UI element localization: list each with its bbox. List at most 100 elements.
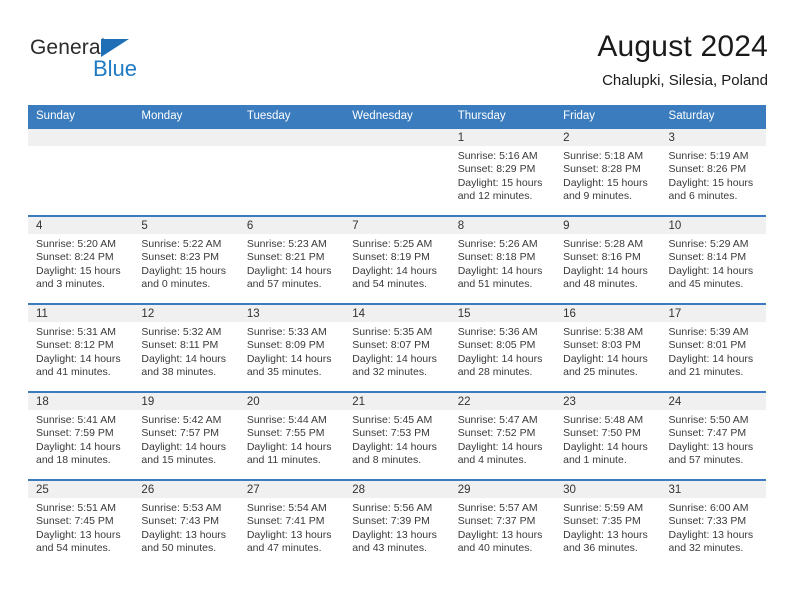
day-number: 27	[238, 481, 345, 498]
day-details: Sunrise: 5:56 AM Sunset: 7:39 PM Daylight:…	[344, 498, 449, 556]
calendar-day-cell[interactable]: 16 Sunrise: 5:38 AM Sunset: 8:03 PM Dayligh…	[555, 303, 661, 392]
day-number: 3	[660, 129, 766, 146]
logo-triangle-icon	[101, 39, 129, 57]
sunset-time: Sunset: 8:24 PM	[36, 251, 114, 264]
day-details: Sunrise: 5:39 AM Sunset: 8:01 PM Daylight:…	[661, 322, 766, 380]
month-calendar: Sunday Monday Tuesday Wednesday Thursday…	[28, 105, 766, 568]
day-details: Sunrise: 5:42 AM Sunset: 7:57 PM Daylight:…	[133, 410, 238, 468]
day-number	[238, 129, 345, 146]
day-details: Sunrise: 5:20 AM Sunset: 8:24 PM Daylight:…	[28, 234, 133, 292]
day-details: Sunrise: 5:32 AM Sunset: 8:11 PM Daylight:…	[133, 322, 238, 380]
calendar-day-cell[interactable]: 14 Sunrise: 5:35 AM Sunset: 8:07 PM Dayligh…	[344, 303, 450, 392]
day-number: 13	[238, 305, 345, 322]
calendar-day-cell[interactable]: 1 Sunrise: 5:16 AM Sunset: 8:29 PM Daylight…	[449, 127, 556, 216]
sunset-time: Sunset: 8:14 PM	[668, 251, 747, 264]
day-number: 10	[660, 217, 766, 234]
calendar-header-row: Sunday Monday Tuesday Wednesday Thursday…	[28, 105, 766, 128]
day-number: 1	[449, 129, 556, 146]
day-number: 17	[660, 305, 766, 322]
calendar-day-cell[interactable]: 5 Sunrise: 5:22 AM Sunset: 8:23 PM Daylight…	[133, 215, 239, 304]
sunrise-time: Sunrise: 5:51 AM	[36, 502, 116, 514]
calendar-day-cell[interactable]: 27 Sunrise: 5:54 AM Sunset: 7:41 PM Dayligh…	[238, 479, 345, 568]
calendar-day-cell[interactable]: 17 Sunrise: 5:39 AM Sunset: 8:01 PM Dayligh…	[660, 303, 766, 392]
daylight-duration-line1: Daylight: 15 hours	[141, 264, 227, 277]
day-number: 4	[28, 217, 134, 234]
calendar-day-cell[interactable]: 23 Sunrise: 5:48 AM Sunset: 7:50 PM Dayligh…	[555, 391, 661, 480]
day-number: 24	[660, 393, 766, 410]
calendar-day-cell[interactable]: 31 Sunrise: 6:00 AM Sunset: 7:33 PM Dayligh…	[660, 479, 766, 568]
weekday-tuesday: Tuesday	[238, 105, 345, 128]
calendar-cell-empty	[344, 127, 450, 216]
day-number: 20	[238, 393, 345, 410]
calendar-day-cell[interactable]: 8 Sunrise: 5:26 AM Sunset: 8:18 PM Daylight…	[449, 215, 556, 304]
daylight-duration-line1: Daylight: 14 hours	[457, 352, 543, 365]
daylight-duration-line2: and 57 minutes.	[668, 454, 744, 467]
day-number	[344, 129, 450, 146]
calendar-day-cell[interactable]: 29 Sunrise: 5:57 AM Sunset: 7:37 PM Dayligh…	[449, 479, 556, 568]
calendar-week-row: 4 Sunrise: 5:20 AM Sunset: 8:24 PM Daylight…	[28, 215, 766, 304]
general-blue-logo[interactable]: General Blue	[30, 36, 220, 88]
day-number: 2	[555, 129, 661, 146]
weekday-header: Sunday Monday Tuesday Wednesday Thursday…	[28, 105, 766, 128]
day-number: 25	[28, 481, 134, 498]
daylight-duration-line1: Daylight: 14 hours	[352, 440, 437, 453]
calendar-week-row: 25 Sunrise: 5:51 AM Sunset: 7:45 PM Dayligh…	[28, 479, 766, 568]
day-details: Sunrise: 5:22 AM Sunset: 8:23 PM Daylight:…	[133, 234, 238, 292]
daylight-duration-line2: and 35 minutes.	[246, 366, 322, 379]
day-details: Sunrise: 5:41 AM Sunset: 7:59 PM Daylight:…	[28, 410, 133, 468]
calendar-day-cell[interactable]: 10 Sunrise: 5:29 AM Sunset: 8:14 PM Dayligh…	[660, 215, 766, 304]
sunset-time: Sunset: 8:05 PM	[457, 339, 536, 352]
sunrise-time: Sunrise: 5:18 AM	[563, 150, 644, 162]
day-details: Sunrise: 5:18 AM Sunset: 8:28 PM Daylight:…	[555, 146, 660, 204]
day-details: Sunrise: 5:51 AM Sunset: 7:45 PM Daylight:…	[28, 498, 133, 556]
sunrise-time: Sunrise: 5:44 AM	[246, 414, 327, 426]
daylight-duration-line2: and 25 minutes.	[563, 366, 638, 379]
calendar-day-cell[interactable]: 26 Sunrise: 5:53 AM Sunset: 7:43 PM Dayligh…	[133, 479, 239, 568]
day-number: 21	[344, 393, 450, 410]
calendar-day-cell[interactable]: 18 Sunrise: 5:41 AM Sunset: 7:59 PM Dayligh…	[28, 391, 134, 480]
daylight-duration-line2: and 32 minutes.	[668, 542, 744, 555]
calendar-day-cell[interactable]: 15 Sunrise: 5:36 AM Sunset: 8:05 PM Dayligh…	[449, 303, 556, 392]
calendar-day-cell[interactable]: 20 Sunrise: 5:44 AM Sunset: 7:55 PM Dayligh…	[238, 391, 345, 480]
calendar-day-cell[interactable]: 30 Sunrise: 5:59 AM Sunset: 7:35 PM Dayligh…	[555, 479, 661, 568]
day-number: 16	[555, 305, 661, 322]
calendar-day-cell[interactable]: 21 Sunrise: 5:45 AM Sunset: 7:53 PM Dayligh…	[344, 391, 450, 480]
calendar-day-cell[interactable]: 7 Sunrise: 5:25 AM Sunset: 8:19 PM Daylight…	[344, 215, 450, 304]
sunrise-time: Sunrise: 5:53 AM	[141, 502, 222, 514]
sunset-time: Sunset: 8:11 PM	[141, 339, 219, 352]
daylight-duration-line1: Daylight: 15 hours	[457, 176, 543, 189]
daylight-duration-line2: and 8 minutes.	[352, 454, 422, 467]
calendar-day-cell[interactable]: 25 Sunrise: 5:51 AM Sunset: 7:45 PM Dayligh…	[28, 479, 134, 568]
sunset-time: Sunset: 7:35 PM	[563, 515, 641, 528]
sunrise-time: Sunrise: 5:50 AM	[668, 414, 749, 426]
calendar-day-cell[interactable]: 2 Sunrise: 5:18 AM Sunset: 8:28 PM Daylight…	[555, 127, 661, 216]
calendar-day-cell[interactable]: 22 Sunrise: 5:47 AM Sunset: 7:52 PM Dayligh…	[449, 391, 556, 480]
daylight-duration-line1: Daylight: 14 hours	[457, 264, 543, 277]
sunset-time: Sunset: 7:39 PM	[352, 515, 430, 528]
sunrise-time: Sunrise: 5:45 AM	[352, 414, 433, 426]
day-number: 30	[555, 481, 661, 498]
daylight-duration-line1: Daylight: 14 hours	[246, 352, 332, 365]
sunset-time: Sunset: 8:19 PM	[352, 251, 430, 264]
calendar-day-cell[interactable]: 19 Sunrise: 5:42 AM Sunset: 7:57 PM Dayligh…	[133, 391, 239, 480]
daylight-duration-line1: Daylight: 14 hours	[563, 440, 648, 453]
daylight-duration-line1: Daylight: 13 hours	[246, 528, 332, 541]
daylight-duration-line1: Daylight: 15 hours	[563, 176, 648, 189]
calendar-week-row: 18 Sunrise: 5:41 AM Sunset: 7:59 PM Dayligh…	[28, 391, 766, 480]
day-details: Sunrise: 5:25 AM Sunset: 8:19 PM Daylight:…	[344, 234, 449, 292]
daylight-duration-line2: and 9 minutes.	[563, 190, 632, 203]
calendar-day-cell[interactable]: 3 Sunrise: 5:19 AM Sunset: 8:26 PM Daylight…	[660, 127, 766, 216]
calendar-day-cell[interactable]: 12 Sunrise: 5:32 AM Sunset: 8:11 PM Dayligh…	[133, 303, 239, 392]
sunset-time: Sunset: 8:23 PM	[141, 251, 220, 264]
day-number: 15	[449, 305, 556, 322]
sunset-time: Sunset: 8:09 PM	[246, 339, 325, 352]
daylight-duration-line2: and 45 minutes.	[668, 278, 744, 291]
calendar-day-cell[interactable]: 24 Sunrise: 5:50 AM Sunset: 7:47 PM Dayligh…	[660, 391, 766, 480]
calendar-day-cell[interactable]: 4 Sunrise: 5:20 AM Sunset: 8:24 PM Daylight…	[28, 215, 134, 304]
calendar-day-cell[interactable]: 6 Sunrise: 5:23 AM Sunset: 8:21 PM Daylight…	[238, 215, 345, 304]
sunrise-time: Sunrise: 5:39 AM	[668, 326, 749, 338]
calendar-day-cell[interactable]: 9 Sunrise: 5:28 AM Sunset: 8:16 PM Daylight…	[555, 215, 661, 304]
calendar-day-cell[interactable]: 13 Sunrise: 5:33 AM Sunset: 8:09 PM Dayligh…	[238, 303, 345, 392]
calendar-day-cell[interactable]: 11 Sunrise: 5:31 AM Sunset: 8:12 PM Dayligh…	[28, 303, 134, 392]
calendar-day-cell[interactable]: 28 Sunrise: 5:56 AM Sunset: 7:39 PM Dayligh…	[344, 479, 450, 568]
